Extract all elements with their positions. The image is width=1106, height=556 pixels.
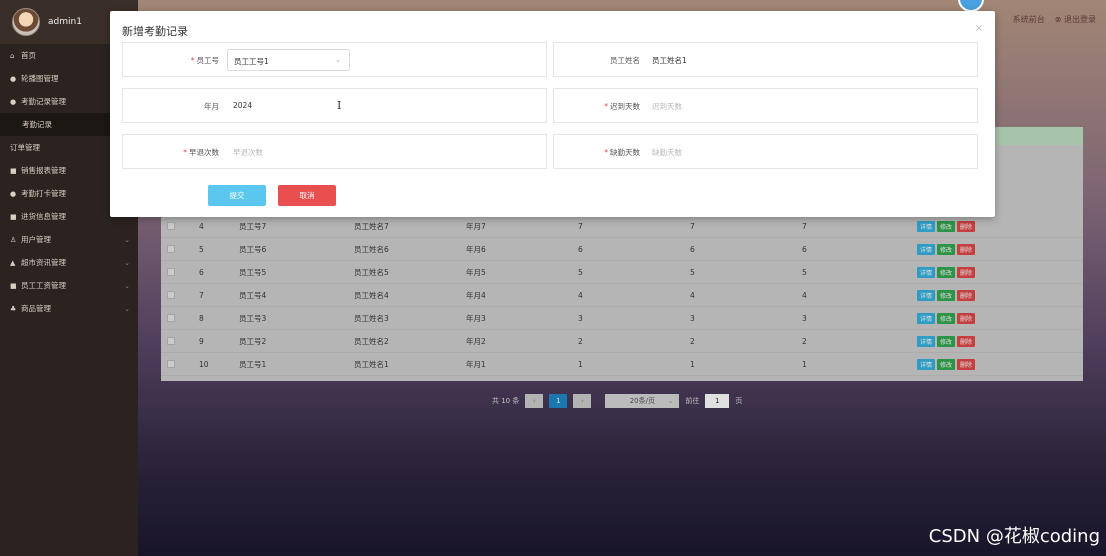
sidebar-item-label: 轮播图管理 (21, 74, 59, 83)
sidebar-item[interactable]: ■ 员工工资管理 ⌄ (0, 274, 138, 297)
sidebar-item-label: 订单管理 (10, 143, 40, 152)
sidebar-item-label: 考勤打卡管理 (21, 189, 66, 198)
month-input[interactable]: 2024 (233, 101, 252, 110)
sidebar-item-label: 销售报表管理 (21, 166, 66, 175)
text-cursor-icon: I (337, 99, 342, 112)
sidebar-item[interactable]: ♣ 商品管理 ⌄ (0, 297, 138, 320)
early-label-text: 早退次数 (189, 148, 219, 157)
menu-icon: ■ (10, 212, 17, 221)
month-label: 年月 (204, 102, 219, 111)
menu-icon: ⌂ (10, 51, 15, 60)
late-input[interactable]: 迟到天数 (652, 101, 682, 112)
field-absent: * 缺勤天数 缺勤天数 (553, 134, 978, 169)
field-emp-no: * 员工号 员工工号1 ⌄ (122, 42, 547, 77)
submit-button[interactable]: 提交 (208, 185, 266, 206)
required-mark: * (604, 102, 608, 111)
sidebar-item[interactable]: ▲ 超市资讯管理 ⌄ (0, 251, 138, 274)
menu-icon: ♣ (10, 304, 17, 313)
emp-no-select[interactable]: 员工工号1 ⌄ (227, 49, 350, 71)
late-label: * 迟到天数 (554, 101, 640, 112)
absent-input[interactable]: 缺勤天数 (652, 147, 682, 158)
field-early: * 早退次数 早退次数 (122, 134, 547, 169)
early-input[interactable]: 早退次数 (233, 147, 263, 158)
late-label-text: 迟到天数 (610, 102, 640, 111)
sidebar-item-label: 用户管理 (21, 235, 51, 244)
close-icon[interactable]: × (975, 23, 983, 34)
absent-label: * 缺勤天数 (554, 147, 640, 158)
cancel-button[interactable]: 取消 (278, 185, 336, 206)
required-mark: * (183, 148, 187, 157)
field-month: 年月 2024 I (122, 88, 547, 123)
field-emp-name: 员工姓名 员工姓名1 (553, 42, 978, 77)
chevron-down-icon: ⌄ (124, 258, 130, 267)
emp-no-value: 员工工号1 (234, 57, 269, 66)
avatar[interactable] (12, 8, 40, 36)
sidebar-item-label: 考勤记录管理 (21, 97, 66, 106)
required-mark: * (604, 148, 608, 157)
menu-icon: ● (10, 97, 17, 106)
required-mark: * (190, 56, 195, 65)
dialog-title: 新增考勤记录 (122, 25, 188, 38)
sidebar-item-label: 超市资讯管理 (21, 258, 66, 267)
menu-icon: ■ (10, 166, 17, 175)
chevron-down-icon: ⌄ (124, 235, 130, 244)
menu-icon: ● (10, 189, 17, 198)
sidebar-item-label: 进货信息管理 (21, 212, 66, 221)
sidebar-item-label: 商品管理 (21, 304, 51, 313)
field-late: * 迟到天数 迟到天数 (553, 88, 978, 123)
chevron-down-icon: ⌄ (124, 281, 130, 290)
menu-icon: ♙ (10, 235, 17, 244)
chevron-down-icon: ⌄ (124, 304, 130, 313)
sidebar-item-label: 员工工资管理 (21, 281, 66, 290)
username: admin1 (48, 17, 82, 27)
emp-no-label: * 员工号 (123, 55, 219, 66)
emp-no-label-text: 员工号 (196, 56, 220, 65)
sidebar-item[interactable]: ♙ 用户管理 ⌄ (0, 228, 138, 251)
chevron-down-icon: ⌄ (335, 56, 341, 64)
sidebar-item-label: 首页 (21, 51, 36, 60)
emp-name-label: 员工姓名 (610, 56, 640, 65)
add-attendance-dialog: 新增考勤记录 × * 员工号 员工工号1 ⌄ 员工姓名 员工姓名1 年月 2024… (110, 11, 995, 217)
menu-icon: ■ (10, 281, 17, 290)
sidebar-item-label: 考勤记录 (22, 120, 52, 129)
early-label: * 早退次数 (123, 147, 219, 158)
emp-name-input[interactable]: 员工姓名1 (652, 55, 687, 66)
absent-label-text: 缺勤天数 (610, 148, 640, 157)
menu-icon: ▲ (10, 258, 16, 267)
menu-icon: ● (10, 74, 17, 83)
csdn-watermark: CSDN @花椒coding (928, 526, 1100, 547)
